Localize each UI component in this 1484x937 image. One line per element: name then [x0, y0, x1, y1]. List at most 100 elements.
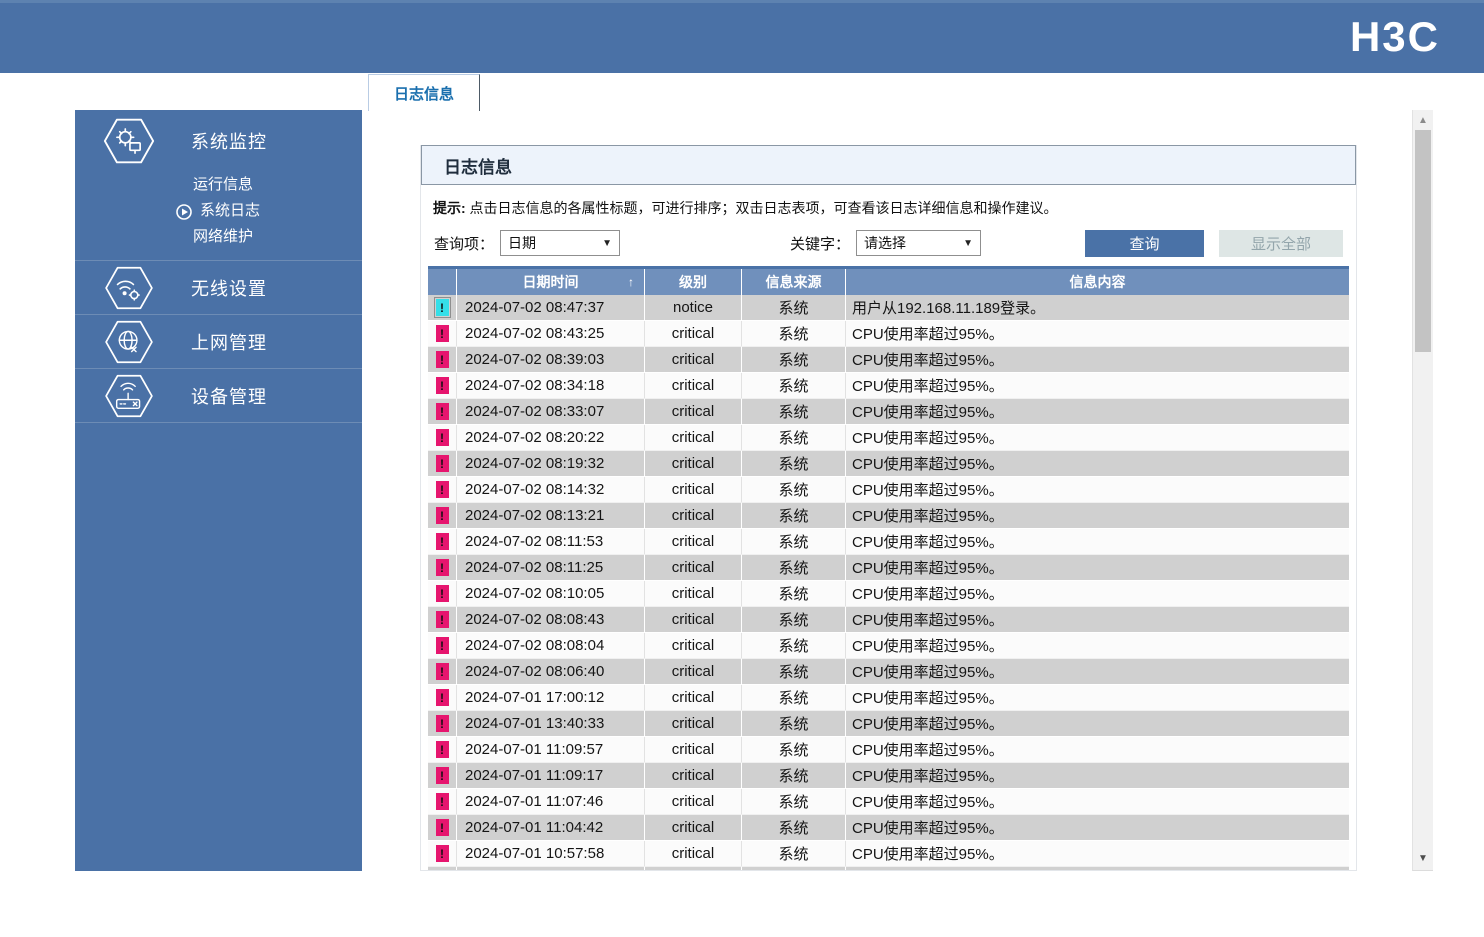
- sidebar-item-device-management[interactable]: 设备管理: [75, 369, 362, 422]
- column-header-message[interactable]: 信息内容: [846, 269, 1349, 295]
- sidebar-item-label: 系统监控: [191, 128, 267, 154]
- severity-icon: !: [436, 403, 449, 420]
- table-row[interactable]: ! 2024-07-01 11:04:42 critical 系统 CPU使用率…: [428, 815, 1349, 841]
- table-row[interactable]: ! 2024-07-01 10:57:58 critical 系统 CPU使用率…: [428, 841, 1349, 867]
- cell-level: critical: [645, 477, 742, 502]
- cell-source: 系统: [742, 867, 846, 871]
- selected-play-icon: [176, 203, 192, 219]
- cell-message: CPU使用率超过95%。: [846, 477, 1349, 502]
- sidebar-subitem-network-maintenance[interactable]: 网络维护: [75, 224, 362, 250]
- table-row[interactable]: ! 2024-07-01 11:07:46 critical 系统 CPU使用率…: [428, 789, 1349, 815]
- table-row[interactable]: ! 2024-07-02 08:06:40 critical 系统 CPU使用率…: [428, 659, 1349, 685]
- severity-icon: !: [436, 845, 449, 862]
- table-row[interactable]: ! 2024-07-02 08:19:32 critical 系统 CPU使用率…: [428, 451, 1349, 477]
- query-toolbar: 查询项： 日期 ▼ 关键字： 请选择 ▼ 查询 显示全部: [421, 229, 1356, 257]
- log-table: 日期时间 ↑ 级别 信息来源 信息内容 ! 2024-07-02 08:47:3…: [428, 266, 1349, 871]
- table-row[interactable]: ! 2024-07-02 08:08:43 critical 系统 CPU使用率…: [428, 607, 1349, 633]
- table-row[interactable]: ! 2024-07-01 13:40:33 critical 系统 CPU使用率…: [428, 711, 1349, 737]
- scroll-down-icon[interactable]: ▼: [1413, 848, 1433, 868]
- table-row[interactable]: ! 2024-07-02 08:33:07 critical 系统 CPU使用率…: [428, 399, 1349, 425]
- severity-icon: !: [436, 793, 449, 810]
- sidebar-item-label: 无线设置: [191, 275, 267, 301]
- scrollbar-thumb[interactable]: [1415, 130, 1431, 352]
- severity-icon: !: [436, 585, 449, 602]
- column-header-level[interactable]: 级别: [645, 269, 742, 295]
- table-row[interactable]: ! 2024-07-02 08:13:21 critical 系统 CPU使用率…: [428, 503, 1349, 529]
- severity-icon: !: [436, 663, 449, 680]
- cell-source: 系统: [742, 711, 846, 736]
- sort-ascending-icon: ↑: [628, 275, 634, 289]
- table-row[interactable]: ! 2024-07-01 11:09:57 critical 系统 CPU使用率…: [428, 737, 1349, 763]
- cell-source: 系统: [742, 503, 846, 528]
- table-row[interactable]: ! 2024-07-02 08:47:37 notice 系统 用户从192.1…: [428, 295, 1349, 321]
- cell-datetime: 2024-07-01 11:09:57: [457, 737, 645, 762]
- cell-message: CPU使用率超过95%。: [846, 841, 1349, 866]
- cell-source: 系统: [742, 451, 846, 476]
- sidebar-item-wireless-settings[interactable]: 无线设置: [75, 261, 362, 314]
- cell-source: 系统: [742, 477, 846, 502]
- column-header-icon: [428, 269, 457, 295]
- cell-datetime: 2024-07-02 08:10:05: [457, 581, 645, 606]
- hint-label: 提示:: [433, 200, 466, 216]
- cell-level: critical: [645, 607, 742, 632]
- cell-message: CPU使用率超过95%。: [846, 737, 1349, 762]
- cell-source: 系统: [742, 685, 846, 710]
- sidebar-subitem-running-info[interactable]: 运行信息: [75, 172, 362, 198]
- cell-datetime: 2024-07-01 13:40:33: [457, 711, 645, 736]
- cell-level: critical: [645, 425, 742, 450]
- table-row[interactable]: ! 2024-07-02 08:34:18 critical 系统 CPU使用率…: [428, 373, 1349, 399]
- cell-message: CPU使用率超过95%。: [846, 633, 1349, 658]
- search-button[interactable]: 查询: [1085, 230, 1204, 257]
- column-header-datetime[interactable]: 日期时间 ↑: [457, 269, 645, 295]
- table-row[interactable]: ! 2024-07-01 10:43:03 critical 系统 CPU使用率…: [428, 867, 1349, 871]
- cell-level: critical: [645, 581, 742, 606]
- cell-message: CPU使用率超过95%。: [846, 685, 1349, 710]
- table-row[interactable]: ! 2024-07-02 08:14:32 critical 系统 CPU使用率…: [428, 477, 1349, 503]
- cell-level: notice: [645, 295, 742, 320]
- table-row[interactable]: ! 2024-07-02 08:11:53 critical 系统 CPU使用率…: [428, 529, 1349, 555]
- table-row[interactable]: ! 2024-07-01 17:00:12 critical 系统 CPU使用率…: [428, 685, 1349, 711]
- severity-icon: !: [436, 299, 449, 316]
- show-all-button[interactable]: 显示全部: [1219, 230, 1343, 257]
- cell-source: 系统: [742, 789, 846, 814]
- severity-icon: !: [436, 767, 449, 784]
- severity-icon: !: [436, 637, 449, 654]
- table-row[interactable]: ! 2024-07-02 08:20:22 critical 系统 CPU使用率…: [428, 425, 1349, 451]
- table-row[interactable]: ! 2024-07-02 08:08:04 critical 系统 CPU使用率…: [428, 633, 1349, 659]
- table-row[interactable]: ! 2024-07-02 08:10:05 critical 系统 CPU使用率…: [428, 581, 1349, 607]
- system-monitor-icon: [103, 117, 155, 165]
- keyword-select[interactable]: 请选择 ▼: [856, 230, 981, 256]
- page-title: 日志信息: [444, 153, 512, 178]
- sidebar-subitem-system-log[interactable]: 系统日志: [75, 198, 362, 224]
- cell-source: 系统: [742, 373, 846, 398]
- table-row[interactable]: ! 2024-07-02 08:11:25 critical 系统 CPU使用率…: [428, 555, 1349, 581]
- query-field-value: 日期: [508, 233, 536, 253]
- table-row[interactable]: ! 2024-07-02 08:43:25 critical 系统 CPU使用率…: [428, 321, 1349, 347]
- cell-message: CPU使用率超过95%。: [846, 347, 1349, 372]
- severity-icon: !: [436, 325, 449, 342]
- cell-message: CPU使用率超过95%。: [846, 399, 1349, 424]
- scroll-up-icon[interactable]: ▲: [1413, 110, 1433, 130]
- cell-message: CPU使用率超过95%。: [846, 373, 1349, 398]
- sidebar-item-label: 设备管理: [191, 383, 267, 409]
- cell-datetime: 2024-07-02 08:33:07: [457, 399, 645, 424]
- keyword-label: 关键字：: [790, 233, 850, 254]
- cell-level: critical: [645, 737, 742, 762]
- cell-datetime: 2024-07-01 10:43:03: [457, 867, 645, 871]
- cell-message: CPU使用率超过95%。: [846, 607, 1349, 632]
- table-row[interactable]: ! 2024-07-01 11:09:17 critical 系统 CPU使用率…: [428, 763, 1349, 789]
- severity-icon: !: [436, 689, 449, 706]
- sidebar-item-internet-management[interactable]: 上网管理: [75, 315, 362, 368]
- sidebar-item-system-monitor[interactable]: 系统监控: [75, 110, 362, 172]
- severity-icon: !: [436, 533, 449, 550]
- log-table-header: 日期时间 ↑ 级别 信息来源 信息内容: [428, 269, 1349, 295]
- cell-datetime: 2024-07-02 08:39:03: [457, 347, 645, 372]
- table-row[interactable]: ! 2024-07-02 08:39:03 critical 系统 CPU使用率…: [428, 347, 1349, 373]
- cell-message: CPU使用率超过95%。: [846, 425, 1349, 450]
- log-table-body: ! 2024-07-02 08:47:37 notice 系统 用户从192.1…: [428, 295, 1349, 871]
- tab-log-info[interactable]: 日志信息: [368, 74, 480, 111]
- column-header-source[interactable]: 信息来源: [742, 269, 846, 295]
- wireless-icon: [103, 266, 155, 310]
- query-field-select[interactable]: 日期 ▼: [500, 230, 620, 256]
- subitem-label: 网络维护: [193, 228, 253, 245]
